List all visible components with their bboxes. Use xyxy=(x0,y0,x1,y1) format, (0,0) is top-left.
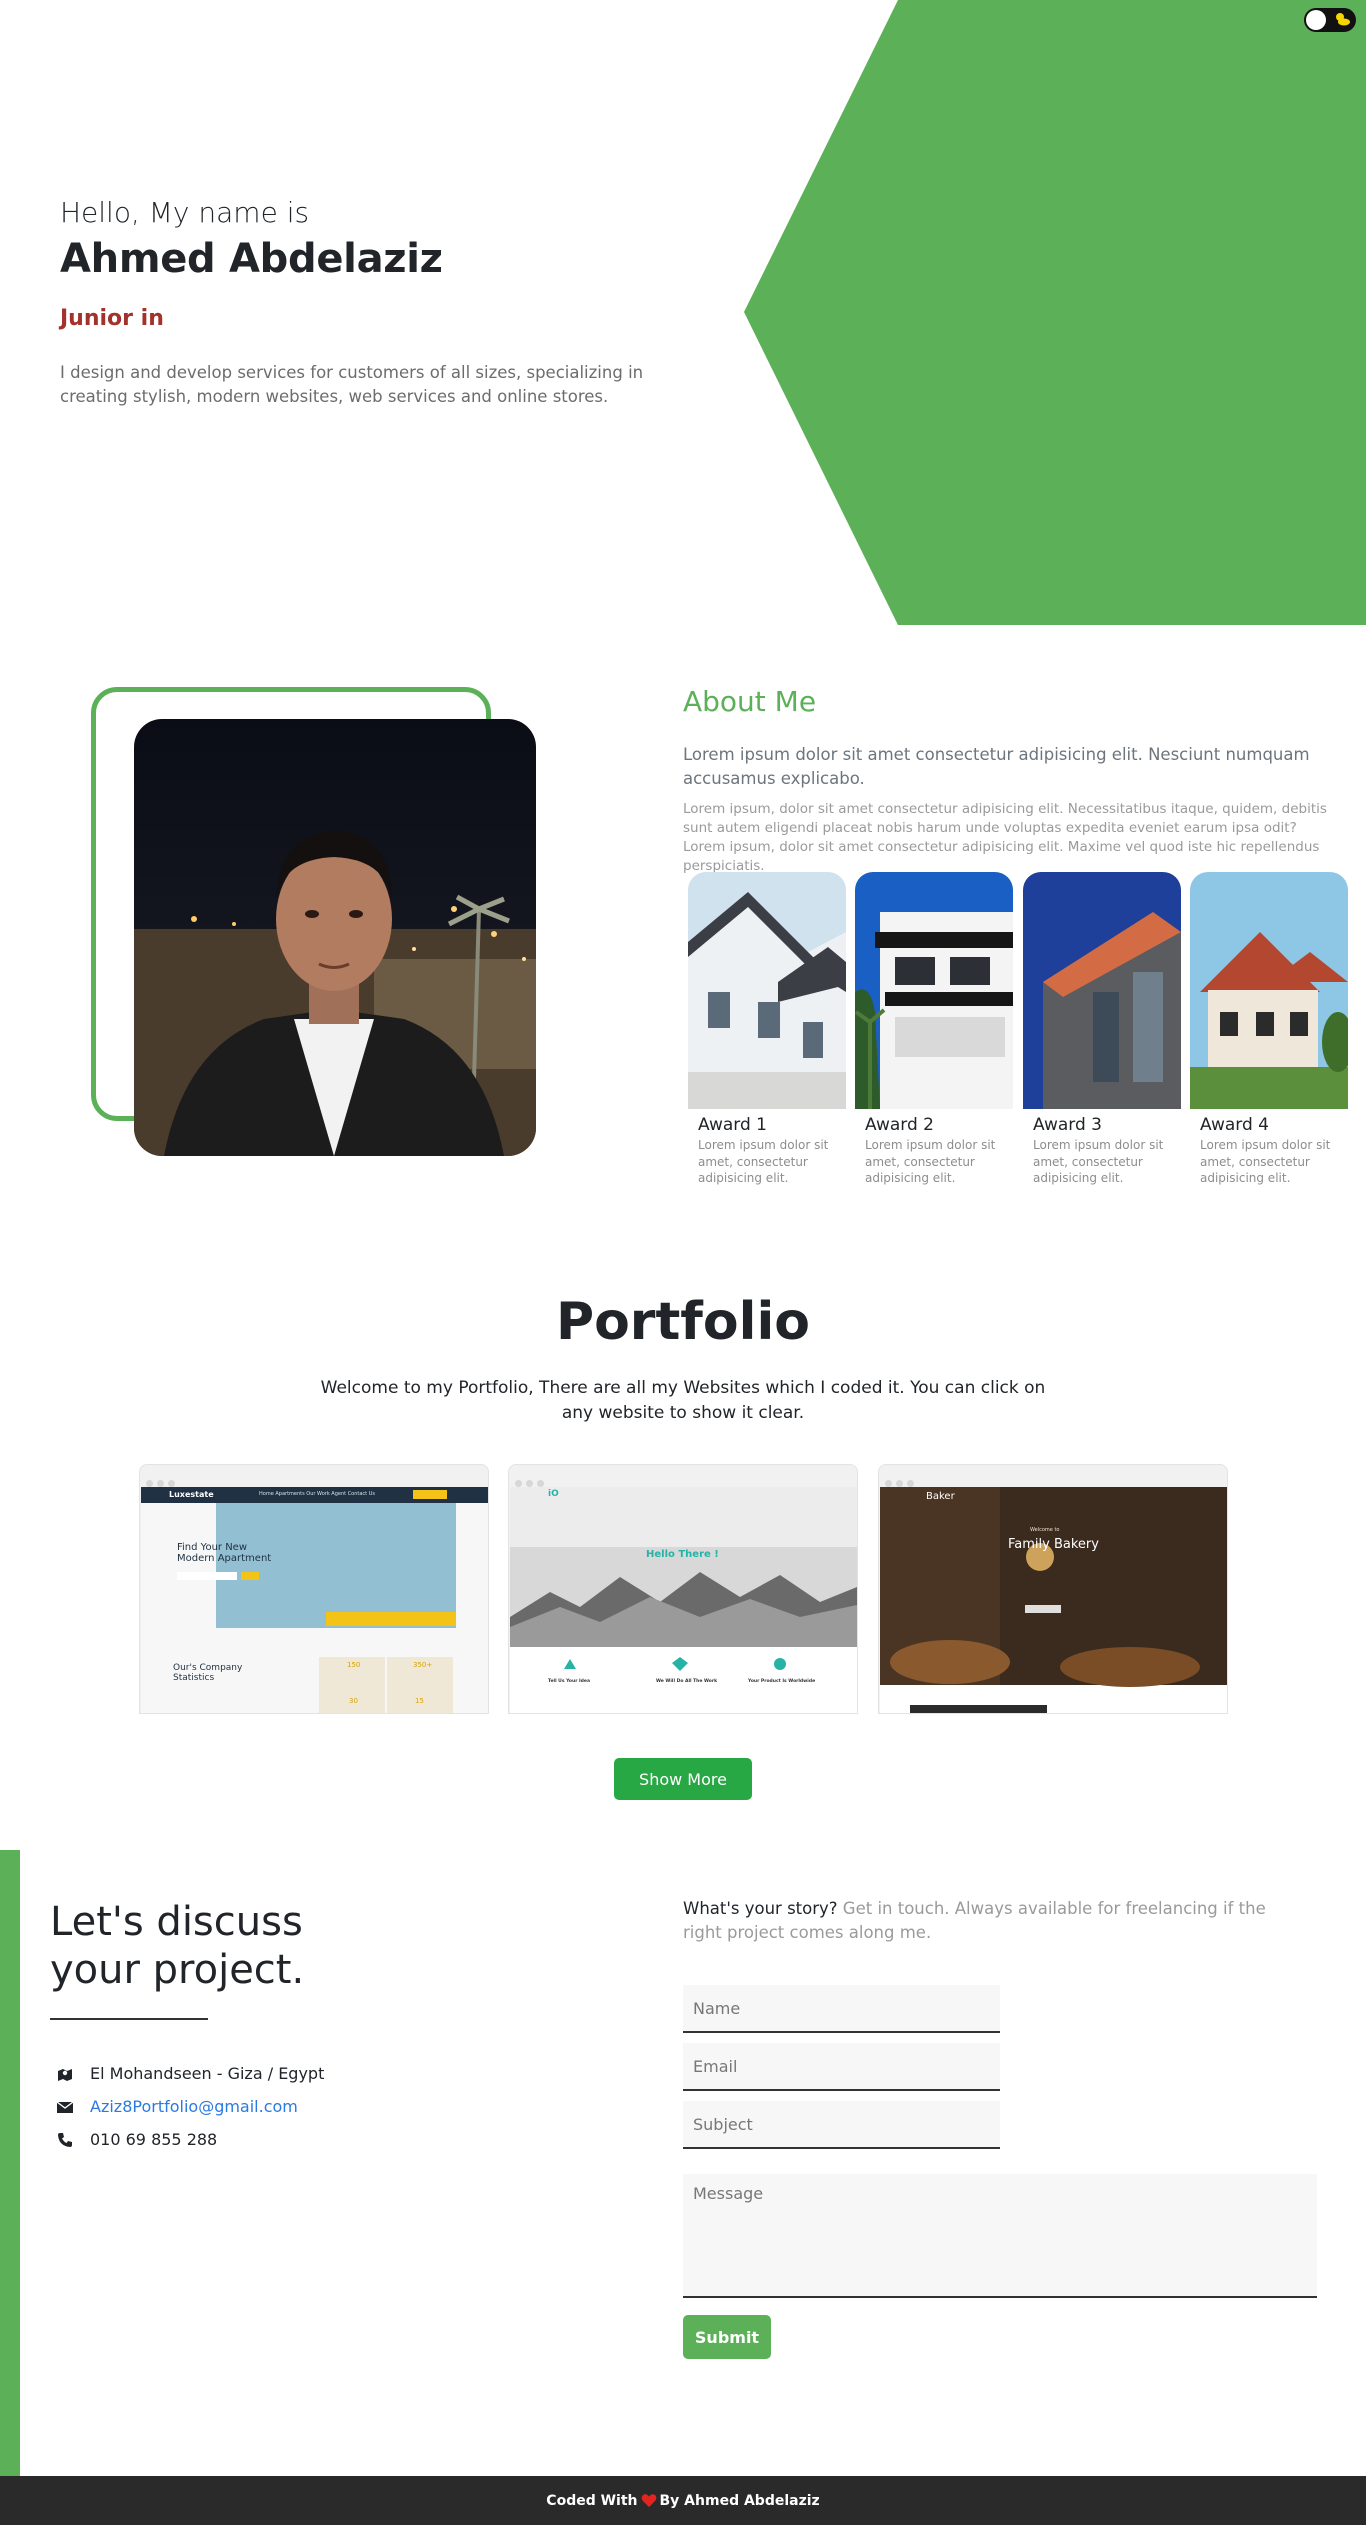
email-link[interactable]: Aziz8Portfolio@gmail.com xyxy=(90,2097,298,2116)
contact-story: What's your story? Get in touch. Always … xyxy=(683,1897,1293,1945)
show-more-button[interactable]: Show More xyxy=(614,1758,752,1800)
award-text: Lorem ipsum dolor sit amet, consectetur … xyxy=(865,1138,996,1185)
project-screenshot: Luxestate Home Apartments Our Work Agent… xyxy=(141,1487,488,1713)
theme-toggle[interactable] xyxy=(1304,8,1356,32)
hero-section: Hello, My name is Ahmed Abdelaziz Junior… xyxy=(0,0,1366,625)
award-image-modern-villa xyxy=(855,872,1013,1109)
name-field[interactable] xyxy=(683,1985,1000,2033)
award-title: Award 2 xyxy=(865,1115,934,1135)
project-hero: Family Bakery xyxy=(1008,1537,1099,1552)
phone-text: 010 69 855 288 xyxy=(90,2130,218,2149)
award-card-1[interactable]: Award 1 Lorem ipsum dolor sit amet, cons… xyxy=(688,872,846,1187)
address-text: El Mohandseen - Giza / Egypt xyxy=(90,2064,325,2083)
hero-green-hexagon-shape xyxy=(744,0,1366,625)
award-title: Award 4 xyxy=(1200,1115,1269,1135)
project-feature: Tell Us Your Idea xyxy=(548,1679,590,1684)
footer: Coded With By Ahmed Abdelaziz xyxy=(0,2476,1366,2525)
contact-phone: 010 69 855 288 xyxy=(56,2130,217,2149)
contact-title-line2: your project. xyxy=(50,1947,305,1993)
award-card-2[interactable]: Award 2 Lorem ipsum dolor sit amet, cons… xyxy=(855,872,1013,1187)
award-card-4[interactable]: Award 4 Lorem ipsum dolor sit amet, cons… xyxy=(1190,872,1348,1187)
about-lead: Lorem ipsum dolor sit amet consectetur a… xyxy=(683,745,1310,788)
portfolio-description: Welcome to my Portfolio, There are all m… xyxy=(320,1378,1046,1423)
contact-divider xyxy=(50,2018,208,2020)
message-field[interactable] xyxy=(683,2174,1317,2298)
award-image-cottage xyxy=(1190,872,1348,1109)
footer-prefix: Coded With xyxy=(546,2492,638,2509)
hero-role: Junior in xyxy=(60,306,164,331)
subject-field[interactable] xyxy=(683,2101,1000,2149)
award-image-tower xyxy=(1023,872,1181,1109)
portfolio-title: Portfolio xyxy=(555,1292,811,1352)
contact-address: El Mohandseen - Giza / Egypt xyxy=(56,2064,324,2083)
project-feature: Your Product Is Worldwide xyxy=(748,1679,816,1684)
project-hero-line1: Find Your New xyxy=(177,1542,248,1553)
award-card-3[interactable]: Award 3 Lorem ipsum dolor sit amet, cons… xyxy=(1023,872,1181,1187)
project-stat-value: 350+ xyxy=(413,1661,433,1669)
heart-icon xyxy=(641,2494,656,2507)
project-feature: We Will Do All The Work xyxy=(656,1679,718,1684)
hero-description: I design and develop services for custom… xyxy=(60,363,644,406)
browser-dots xyxy=(140,1465,488,1487)
project-brand: iO xyxy=(548,1489,559,1499)
footer-suffix: By Ahmed Abdelaziz xyxy=(659,2492,820,2509)
submit-button[interactable]: Submit xyxy=(683,2315,771,2359)
browser-dots xyxy=(509,1465,857,1487)
project-brand: Baker xyxy=(926,1491,955,1502)
project-stats-line2: Statistics xyxy=(173,1673,215,1683)
browser-dots xyxy=(879,1465,1227,1487)
portfolio-card-luxestate[interactable]: Luxestate Home Apartments Our Work Agent… xyxy=(139,1464,489,1714)
email-field[interactable] xyxy=(683,2043,1000,2091)
phone-icon xyxy=(58,2132,72,2147)
portfolio-card-bakery[interactable]: Baker Welcome to Family Bakery xyxy=(878,1464,1228,1714)
award-title: Award 1 xyxy=(698,1115,767,1135)
portfolio-card-io[interactable]: iO Hello There ! Tell Us Your Idea We Wi… xyxy=(508,1464,858,1714)
about-text: Lorem ipsum, dolor sit amet consectetur … xyxy=(683,801,1327,874)
contact-title-line1: Let's discuss xyxy=(50,1899,303,1945)
project-stats-line1: Our's Company xyxy=(173,1663,243,1673)
project-welcome: Welcome to xyxy=(1030,1527,1060,1533)
award-text: Lorem ipsum dolor sit amet, consectetur … xyxy=(1033,1138,1164,1185)
award-text: Lorem ipsum dolor sit amet, consectetur … xyxy=(1200,1138,1331,1185)
hero-greeting: Hello, My name is xyxy=(60,196,310,229)
about-title: About Me xyxy=(683,685,817,718)
project-brand: Luxestate xyxy=(169,1490,214,1499)
project-hero: Hello There ! xyxy=(646,1549,719,1560)
award-title: Award 3 xyxy=(1033,1115,1102,1135)
sun-cloud-icon xyxy=(1336,13,1350,26)
toggle-knob xyxy=(1306,10,1326,30)
project-stat-value: 30 xyxy=(349,1697,358,1705)
project-hero-line2: Modern Apartment xyxy=(177,1553,272,1564)
award-image-house-white xyxy=(688,872,846,1109)
contact-title: Let's discuss your project. xyxy=(50,1898,410,1994)
hero-name: Ahmed Abdelaziz xyxy=(60,236,443,282)
story-lead: What's your story? xyxy=(683,1899,838,1918)
project-screenshot: Baker Welcome to Family Bakery xyxy=(880,1487,1227,1713)
contact-accent-bar xyxy=(0,1850,20,2476)
project-stat-value: 15 xyxy=(415,1697,424,1705)
project-screenshot: iO Hello There ! Tell Us Your Idea We Wi… xyxy=(510,1487,857,1713)
profile-photo xyxy=(134,719,536,1156)
envelope-icon xyxy=(56,2100,74,2113)
award-text: Lorem ipsum dolor sit amet, consectetur … xyxy=(698,1138,829,1185)
contact-email[interactable]: Aziz8Portfolio@gmail.com xyxy=(56,2097,298,2116)
project-nav: Home Apartments Our Work Agent Contact U… xyxy=(259,1491,375,1497)
map-marker-icon xyxy=(58,2068,72,2081)
project-stat-value: 150 xyxy=(347,1661,361,1669)
